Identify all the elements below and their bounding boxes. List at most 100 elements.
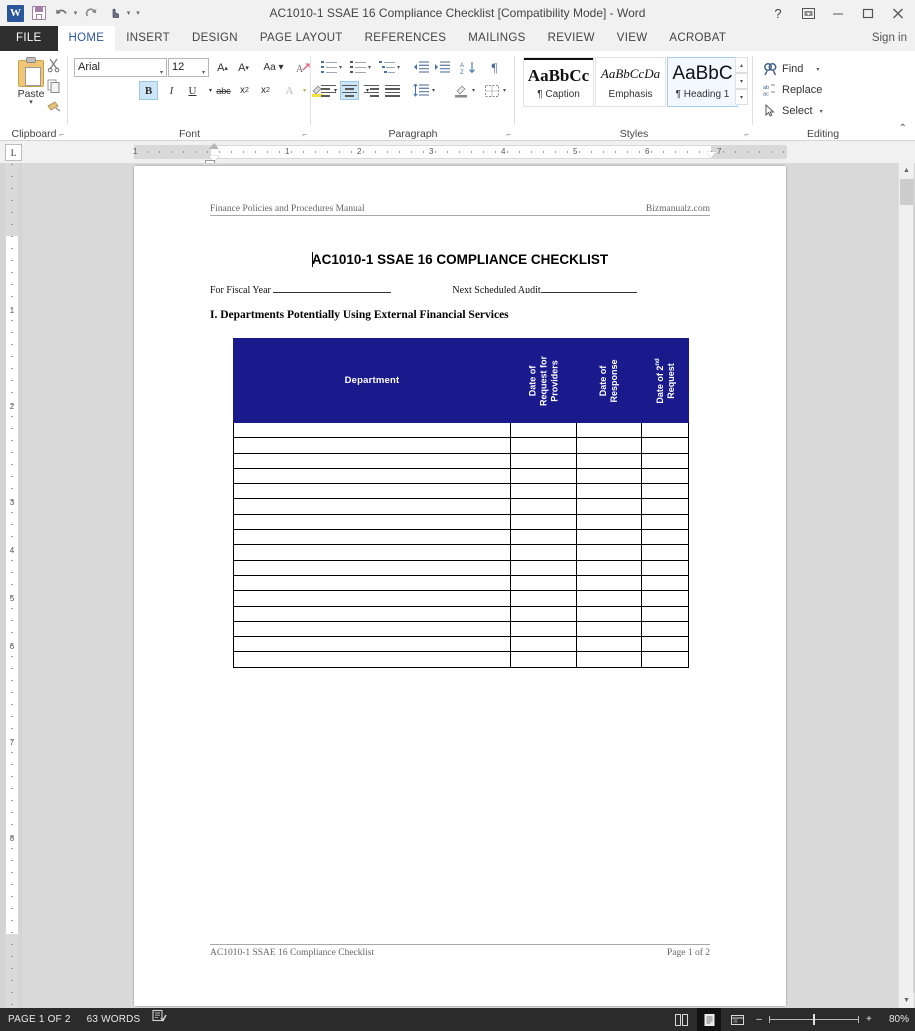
replace-button[interactable]: ab ac Replace	[763, 80, 822, 100]
table-row[interactable]	[233, 590, 689, 607]
document-canvas[interactable]: Finance Policies and Procedures Manual B…	[22, 163, 898, 1008]
table-cell[interactable]	[576, 651, 642, 668]
table-cell[interactable]	[576, 605, 642, 622]
strikethrough-icon[interactable]: abc	[214, 81, 233, 100]
paragraph-dialog-launcher[interactable]: ⌐	[506, 130, 511, 139]
ribbon-display-options-button[interactable]	[793, 0, 823, 26]
tab-insert[interactable]: INSERT	[115, 26, 181, 51]
superscript-icon[interactable]: x2	[256, 81, 275, 100]
table-cell[interactable]	[233, 605, 511, 622]
style-emphasis[interactable]: AaBbCcDa Emphasis	[595, 57, 666, 107]
format-painter-icon[interactable]	[46, 99, 64, 117]
borders-dropdown-icon[interactable]: ▾	[500, 81, 509, 100]
tab-home[interactable]: HOME	[57, 26, 116, 51]
table-row[interactable]	[233, 529, 689, 546]
table-cell[interactable]	[641, 636, 689, 653]
styles-dialog-launcher[interactable]: ⌐	[744, 130, 749, 139]
tab-page-layout[interactable]: PAGE LAYOUT	[249, 26, 354, 51]
table-row[interactable]	[233, 421, 689, 439]
table-cell[interactable]	[233, 544, 511, 561]
tab-design[interactable]: DESIGN	[181, 26, 249, 51]
vertical-ruler[interactable]: 1 2 3 4 5 6 7 8	[5, 163, 19, 1008]
tab-acrobat[interactable]: ACROBAT	[658, 26, 737, 51]
table-row[interactable]	[233, 452, 689, 469]
print-layout-icon[interactable]	[697, 1008, 722, 1031]
decrease-indent-icon[interactable]	[411, 58, 430, 77]
proofing-errors-icon[interactable]	[148, 1008, 171, 1031]
table-row[interactable]	[233, 437, 689, 454]
grow-font-icon[interactable]: A ▴	[213, 58, 232, 77]
increase-indent-icon[interactable]	[432, 58, 451, 77]
bullets-dropdown-icon[interactable]: ▾	[336, 58, 345, 77]
zoom-slider-handle[interactable]	[812, 1014, 815, 1025]
find-dropdown-icon[interactable]: ▾	[816, 66, 819, 73]
table-cell[interactable]	[233, 513, 511, 531]
table-cell[interactable]	[510, 513, 577, 531]
bold-icon[interactable]: B	[139, 81, 158, 100]
table-cell[interactable]	[641, 529, 689, 546]
subscript-icon[interactable]: x2	[235, 81, 254, 100]
table-cell[interactable]	[233, 590, 511, 607]
table-cell[interactable]	[576, 620, 642, 638]
document-page[interactable]: Finance Policies and Procedures Manual B…	[134, 166, 786, 1006]
table-cell[interactable]	[576, 574, 642, 592]
numbering-dropdown-icon[interactable]: ▾	[365, 58, 374, 77]
table-cell[interactable]	[510, 483, 577, 500]
table-cell[interactable]	[233, 529, 511, 546]
table-cell[interactable]	[641, 467, 689, 485]
tab-view[interactable]: VIEW	[606, 26, 659, 51]
table-row[interactable]	[233, 620, 689, 638]
table-cell[interactable]	[233, 651, 511, 668]
table-cell[interactable]	[510, 498, 577, 515]
fiscal-year-blank[interactable]	[273, 283, 392, 293]
styles-more-icon[interactable]: ▾	[735, 89, 748, 105]
sign-in-link[interactable]: Sign in	[872, 26, 907, 51]
select-dropdown-icon[interactable]: ▾	[820, 108, 823, 115]
table-row[interactable]	[233, 559, 689, 576]
undo-icon[interactable]	[50, 2, 73, 24]
line-spacing-icon[interactable]	[411, 81, 430, 100]
customize-qat-icon[interactable]: ▾	[131, 9, 145, 17]
align-left-icon[interactable]	[319, 81, 338, 100]
table-cell[interactable]	[641, 590, 689, 607]
table-cell[interactable]	[576, 483, 642, 500]
table-cell[interactable]	[576, 559, 642, 576]
table-cell[interactable]	[576, 544, 642, 561]
align-center-icon[interactable]	[340, 81, 359, 100]
table-cell[interactable]	[510, 574, 577, 592]
table-cell[interactable]	[510, 437, 577, 454]
table-cell[interactable]	[510, 651, 577, 668]
font-dialog-launcher[interactable]: ⌐	[302, 130, 307, 139]
departments-table-body[interactable]	[233, 421, 689, 668]
zoom-out-button[interactable]: –	[753, 1008, 765, 1031]
tab-file[interactable]: FILE	[0, 26, 58, 51]
table-cell[interactable]	[641, 544, 689, 561]
table-cell[interactable]	[576, 467, 642, 485]
table-cell[interactable]	[233, 498, 511, 515]
tab-selector-button[interactable]: L	[5, 144, 22, 161]
table-cell[interactable]	[576, 636, 642, 653]
table-cell[interactable]	[576, 513, 642, 531]
styles-scroll-up-icon[interactable]: ▴	[735, 57, 748, 73]
table-cell[interactable]	[233, 421, 511, 439]
cut-icon[interactable]	[46, 57, 64, 75]
save-icon[interactable]	[27, 2, 50, 24]
underline-icon[interactable]: U	[183, 81, 202, 100]
font-name-input[interactable]: Arial ▾	[74, 58, 167, 77]
help-button[interactable]: ?	[763, 0, 793, 26]
find-button[interactable]: Find ▾	[763, 59, 819, 79]
zoom-in-button[interactable]: +	[863, 1008, 875, 1031]
table-cell[interactable]	[233, 559, 511, 576]
table-row[interactable]	[233, 605, 689, 622]
right-indent-marker[interactable]	[706, 152, 716, 158]
font-name-dropdown-icon[interactable]: ▾	[160, 65, 163, 82]
tab-mailings[interactable]: MAILINGS	[457, 26, 536, 51]
clipboard-dialog-launcher[interactable]: ⌐	[59, 130, 64, 139]
table-row[interactable]	[233, 467, 689, 485]
font-size-input[interactable]: 12 ▾	[168, 58, 209, 77]
table-cell[interactable]	[510, 529, 577, 546]
font-size-dropdown-icon[interactable]: ▾	[202, 65, 205, 82]
table-cell[interactable]	[641, 559, 689, 576]
table-cell[interactable]	[233, 437, 511, 454]
status-page-indicator[interactable]: PAGE 1 OF 2	[0, 1008, 79, 1031]
